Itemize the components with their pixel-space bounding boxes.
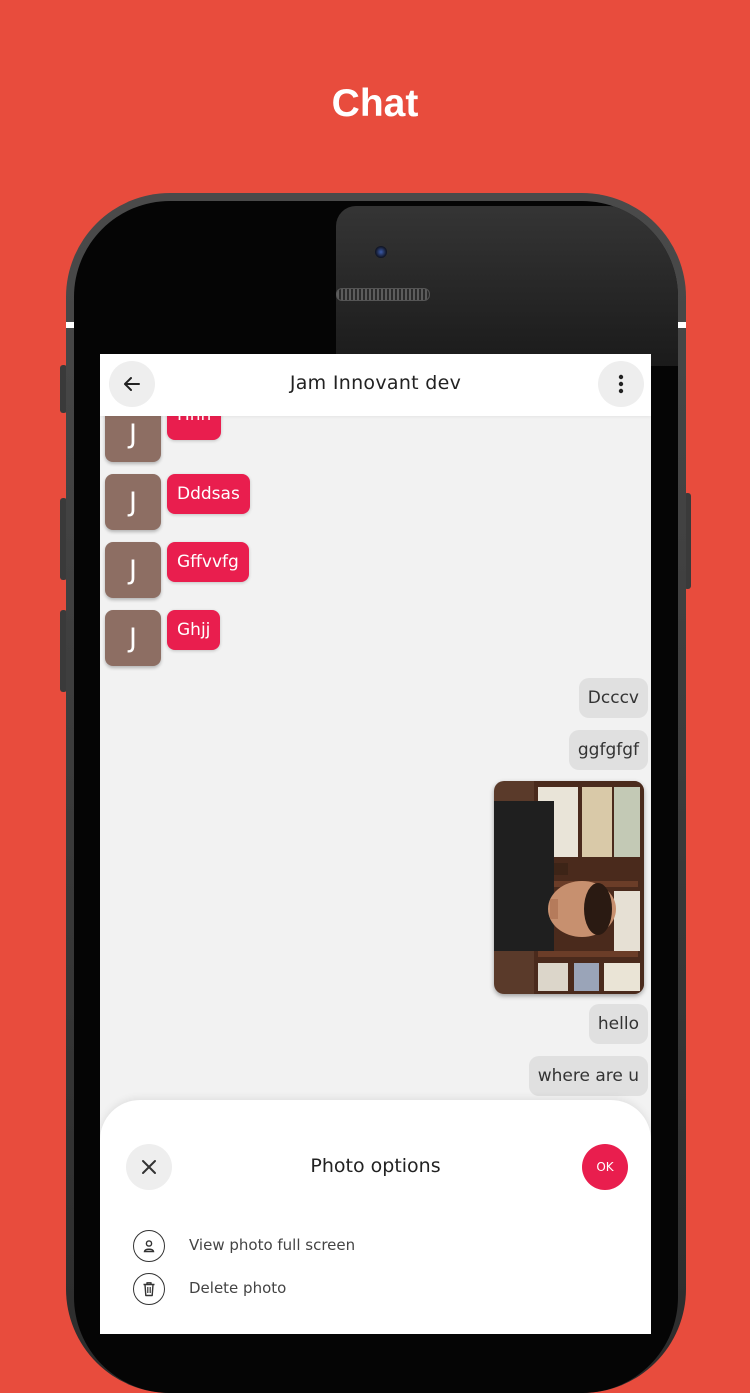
avatar[interactable]: J [105,610,161,666]
trash-icon [133,1273,165,1305]
outgoing-message[interactable]: Dcccv [578,678,648,718]
message-text: hello [597,1014,639,1034]
option-label: View photo full screen [189,1236,356,1254]
chat-title: Jam Innovant dev [289,372,462,394]
antenna-line-right [678,322,686,328]
app-screen: J Hhh J Dddsas J Gffvvfg J Ghjj Dcccv gg… [100,354,651,1334]
ok-button[interactable]: OK [582,1144,628,1190]
chat-header: Jam Innovant dev [100,354,651,416]
promo-title: Chat [331,82,419,125]
option-label: Delete photo [189,1279,287,1297]
message-text: Dddsas [177,484,240,504]
outgoing-message[interactable]: where are u [528,1056,648,1096]
message-text: Gffvvfg [177,552,239,572]
photo-options-sheet: Photo options OK View photo full screen … [100,1100,651,1334]
option-delete-photo[interactable]: Delete photo [133,1273,613,1307]
incoming-message[interactable]: Ghjj [167,610,221,650]
avatar-initial: J [129,486,137,518]
avatar[interactable]: J [105,542,161,598]
incoming-message[interactable]: Gffvvfg [167,542,249,582]
person-icon [133,1230,165,1262]
more-vert-icon [618,374,624,394]
screen-glare [336,206,678,366]
ok-label: OK [596,1160,614,1174]
avatar[interactable]: J [105,474,161,530]
incoming-message[interactable]: Dddsas [167,474,250,514]
message-text: Ghjj [177,620,211,640]
option-view-fullscreen[interactable]: View photo full screen [133,1230,613,1264]
photo-message[interactable] [494,781,644,994]
avatar-initial: J [129,622,137,654]
sheet-title: Photo options [310,1155,441,1177]
more-options-button[interactable] [598,361,644,407]
message-text: where are u [537,1066,639,1086]
photo-thumbnail [494,781,644,994]
message-text: ggfgfgf [577,740,639,760]
front-camera [375,246,387,258]
antenna-line-left [66,322,74,328]
avatar-initial: J [129,418,137,450]
avatar-initial: J [129,554,137,586]
message-text: Dcccv [587,688,639,708]
earpiece-speaker [336,288,430,301]
outgoing-message[interactable]: ggfgfgf [568,730,648,770]
outgoing-message[interactable]: hello [588,1004,648,1044]
